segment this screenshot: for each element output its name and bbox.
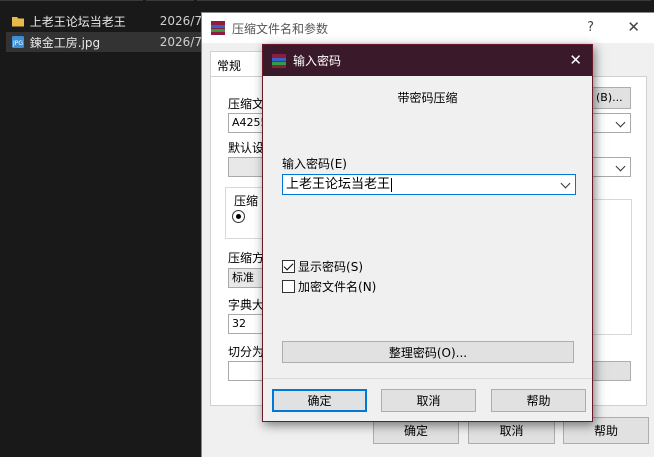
cancel-button[interactable]: 取消 (381, 389, 476, 412)
archiving-options-group (591, 199, 632, 335)
jpg-file-icon: JPG (10, 34, 26, 50)
checkbox-unchecked-icon[interactable] (282, 280, 295, 293)
compression-method-label: 压缩方 (228, 251, 265, 265)
set-password-button[interactable] (591, 361, 631, 381)
browse-button[interactable]: (B)... (591, 87, 631, 109)
encrypt-filenames-label: 加密文件名 (298, 280, 359, 294)
enter-password-dialog: 输入密码 ✕ 带密码压缩 输入密码(E) 上老王论坛当老王 显示密码 (S) 加密… (262, 44, 593, 422)
encrypt-filenames-checkbox[interactable]: 加密文件名 (N) (282, 278, 376, 295)
password-input[interactable]: 上老王论坛当老王 (282, 174, 576, 195)
archive-format-combo[interactable] (591, 157, 631, 177)
enter-password-label-text: 输入密码 (282, 157, 331, 171)
format-group-label: 压缩 (234, 194, 259, 208)
checkbox-checked-icon[interactable] (282, 260, 295, 273)
column-header-strip (0, 0, 654, 6)
file-row-folder[interactable]: 上老王论坛当老王 2026/7/ (6, 11, 206, 31)
organize-passwords-button[interactable]: 整理密码(O)... (282, 341, 574, 363)
close-icon[interactable]: ✕ (569, 51, 582, 69)
archive-name-label: 压缩文 (228, 97, 265, 111)
password-value: 上老王论坛当老王 (286, 177, 391, 192)
folder-icon (10, 13, 26, 29)
winrar-icon (271, 53, 287, 69)
enter-password-label: 输入密码(E) (282, 155, 347, 172)
show-password-hotkey: (S) (346, 259, 363, 274)
show-password-label: 显示密码 (298, 260, 347, 274)
help-button[interactable]: 帮助 (491, 389, 586, 412)
svg-text:JPG: JPG (12, 40, 23, 47)
divider (263, 378, 592, 379)
close-icon[interactable]: ✕ (627, 18, 640, 36)
file-date: 2026/7/ (159, 35, 206, 49)
dialog-title: 压缩文件名和参数 (232, 21, 329, 36)
file-row-jpg[interactable]: JPG 鍊金工房.jpg 2026/7/ (6, 32, 206, 52)
text-caret (391, 177, 393, 192)
dialog-titlebar[interactable]: 压缩文件名和参数 ? ✕ (202, 13, 654, 43)
winrar-icon (210, 20, 226, 36)
encrypt-filenames-hotkey: (N) (358, 279, 377, 294)
dictionary-size-label: 字典大 (228, 298, 265, 312)
file-date: 2026/7/ (159, 14, 206, 28)
update-mode-combo[interactable] (591, 113, 631, 133)
split-volumes-label: 切分为 (228, 345, 265, 359)
ok-button[interactable]: 确定 (272, 389, 367, 412)
password-heading: 带密码压缩 (397, 91, 458, 105)
show-password-checkbox[interactable]: 显示密码 (S) (282, 258, 363, 275)
enter-password-hotkey: (E) (330, 157, 347, 171)
file-name: 鍊金工房.jpg (29, 35, 101, 50)
rar-radio[interactable] (232, 210, 245, 223)
help-icon[interactable]: ? (587, 20, 594, 35)
password-dialog-titlebar[interactable]: 输入密码 ✕ (263, 45, 592, 76)
file-name: 上老王论坛当老王 (29, 14, 126, 29)
default-profile-label: 默认设 (228, 141, 265, 155)
password-dialog-title: 输入密码 (293, 54, 342, 68)
